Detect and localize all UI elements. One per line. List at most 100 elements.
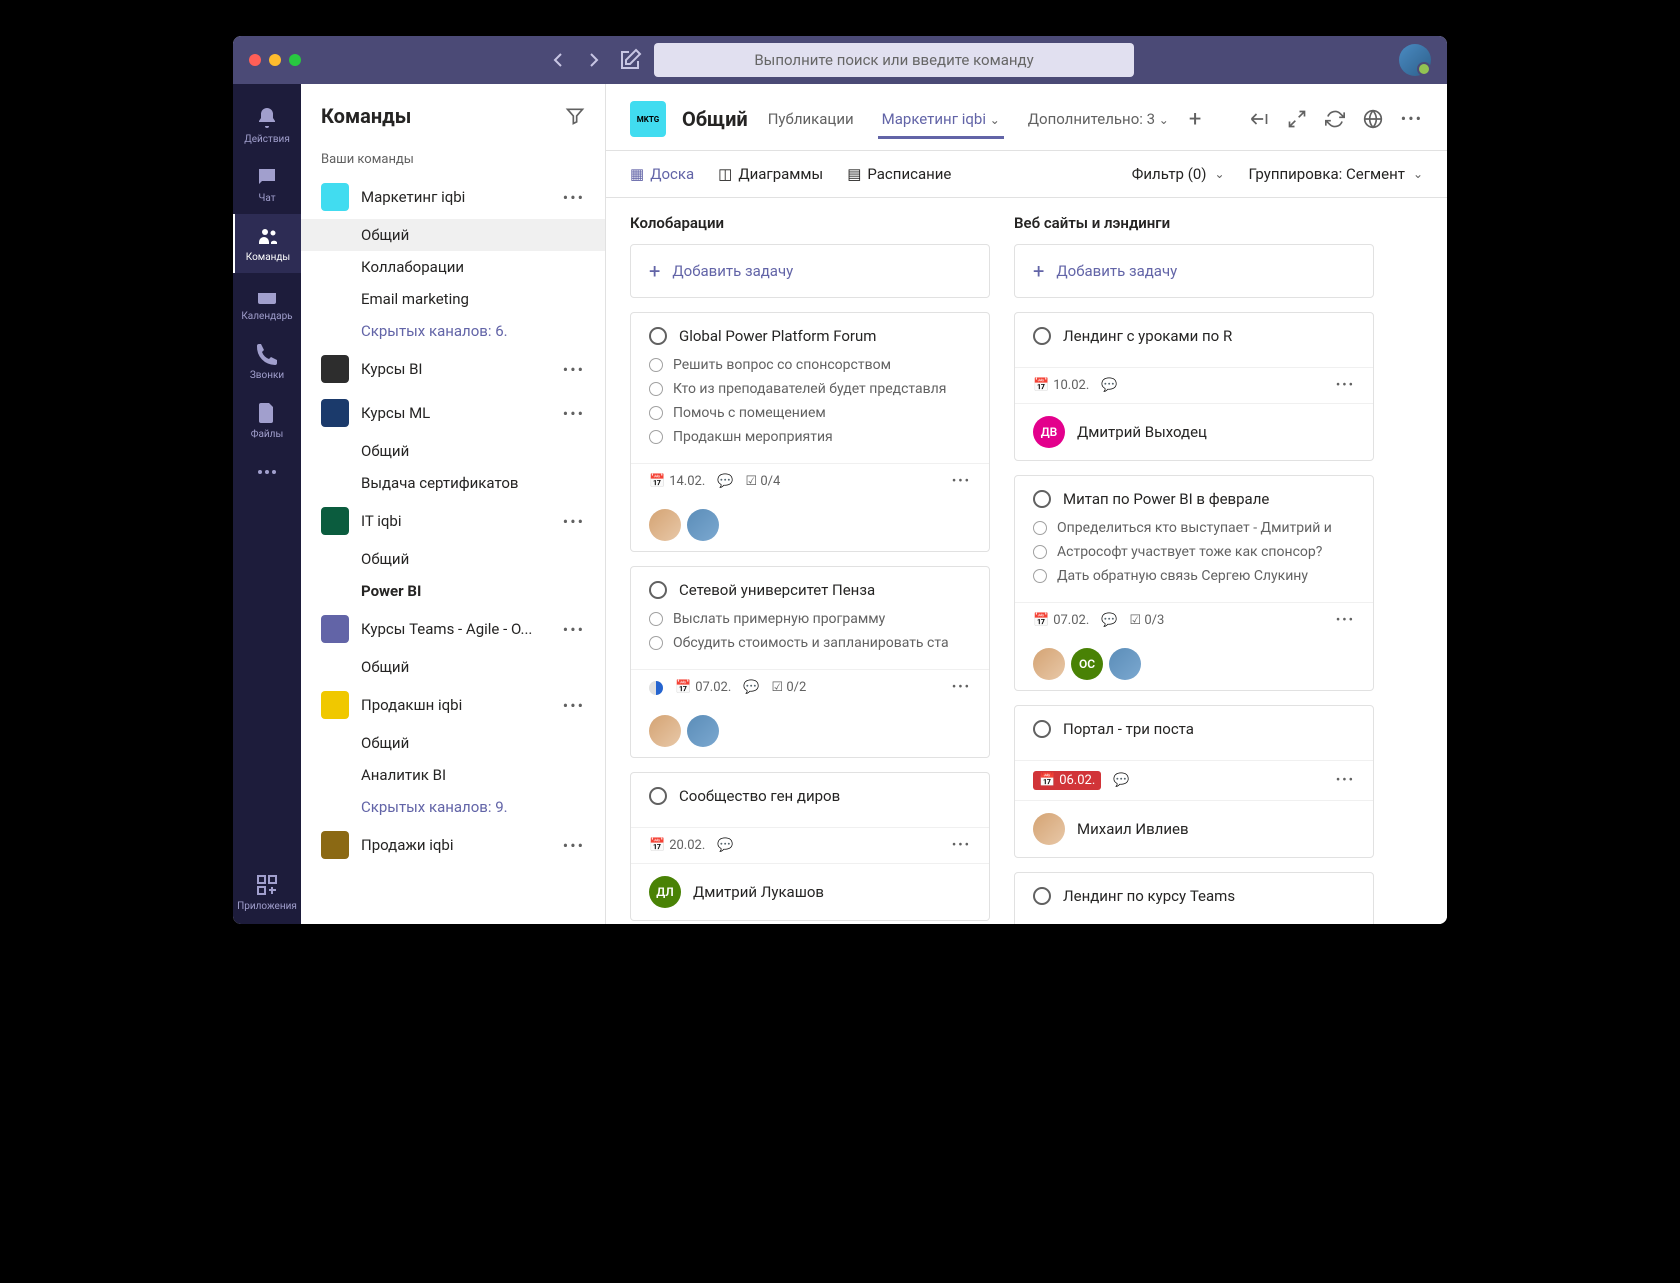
- assignee-avatar[interactable]: [1109, 648, 1141, 680]
- rail-calendar[interactable]: Календарь: [233, 273, 301, 332]
- team-more-icon[interactable]: •••: [563, 836, 585, 855]
- subtask-row[interactable]: Решить вопрос со спонсорством: [649, 353, 971, 377]
- channel-item[interactable]: Общий: [301, 651, 605, 683]
- channel-item[interactable]: Коллаборации: [301, 251, 605, 283]
- subtask-row[interactable]: Помочь с помещением: [649, 401, 971, 425]
- channel-item[interactable]: Скрытых каналов: 9.: [301, 791, 605, 823]
- team-more-icon[interactable]: •••: [563, 696, 585, 715]
- close-window[interactable]: [249, 54, 261, 66]
- channel-item[interactable]: Выдача сертификатов: [301, 467, 605, 499]
- subtask-row[interactable]: Определиться кто выступает - Дмитрий и: [1033, 516, 1355, 540]
- subtask-row[interactable]: Выслать примерную программу: [649, 607, 971, 631]
- maximize-window[interactable]: [289, 54, 301, 66]
- card-more-icon[interactable]: •••: [952, 474, 971, 489]
- task-card[interactable]: Митап по Power BI в февралеОпределиться …: [1014, 475, 1374, 691]
- minimize-window[interactable]: [269, 54, 281, 66]
- team-row[interactable]: Курсы Teams - Agile - O...•••: [301, 607, 605, 651]
- task-card[interactable]: Сетевой университет ПензаВыслать примерн…: [630, 566, 990, 758]
- task-card[interactable]: Сообщество ген диров📅 20.02.💬•••ДЛДмитри…: [630, 772, 990, 921]
- chevron-down-icon: ⌄: [1413, 167, 1423, 181]
- add-tab-button[interactable]: +: [1189, 107, 1201, 132]
- subtask-row[interactable]: Продакшн мероприятия: [649, 425, 971, 449]
- assignee-avatar[interactable]: ДЛ: [649, 876, 681, 908]
- complete-circle-icon[interactable]: [649, 787, 667, 805]
- view-tab[interactable]: ▤ Расписание: [847, 165, 951, 183]
- channel-item[interactable]: Скрытых каналов: 6.: [301, 315, 605, 347]
- globe-icon[interactable]: [1363, 109, 1383, 129]
- expand-icon[interactable]: [1287, 109, 1307, 129]
- assignee-avatar[interactable]: [649, 509, 681, 541]
- assignee-avatar[interactable]: [1033, 648, 1065, 680]
- top-bar: Выполните поиск или введите команду: [233, 36, 1447, 84]
- user-avatar[interactable]: [1399, 44, 1431, 76]
- card-more-icon[interactable]: •••: [1336, 378, 1355, 393]
- channel-item[interactable]: Power BI: [301, 575, 605, 607]
- assignee-avatar[interactable]: [649, 715, 681, 747]
- channel-item[interactable]: Email marketing: [301, 283, 605, 315]
- channel-item[interactable]: Аналитик BI: [301, 759, 605, 791]
- assignee-avatar[interactable]: [687, 715, 719, 747]
- rail-activity[interactable]: Действия: [233, 96, 301, 155]
- view-tab[interactable]: ▦ Доска: [630, 165, 694, 183]
- rail-files[interactable]: Файлы: [233, 391, 301, 450]
- card-more-icon[interactable]: •••: [1336, 613, 1355, 628]
- channel-item[interactable]: Общий: [301, 435, 605, 467]
- filter-button[interactable]: Фильтр (0) ⌄: [1132, 165, 1225, 183]
- complete-circle-icon[interactable]: [649, 327, 667, 345]
- task-card[interactable]: Лендинг с уроками по R📅 10.02.💬•••ДВДмит…: [1014, 312, 1374, 461]
- channel-item[interactable]: Общий: [301, 219, 605, 251]
- assignee-avatar[interactable]: [1033, 813, 1065, 845]
- rail-teams[interactable]: Команды: [233, 214, 301, 273]
- team-row[interactable]: Курсы BI•••: [301, 347, 605, 391]
- assignee-avatar[interactable]: [687, 509, 719, 541]
- complete-circle-icon[interactable]: [649, 581, 667, 599]
- header-tab[interactable]: Публикации: [764, 100, 858, 138]
- rail-chat[interactable]: Чат: [233, 155, 301, 214]
- nav-forward-icon[interactable]: [582, 48, 606, 72]
- complete-circle-icon[interactable]: [1033, 720, 1051, 738]
- task-card[interactable]: Портал - три поста📅 06.02.💬•••Михаил Ивл…: [1014, 705, 1374, 858]
- task-card[interactable]: Global Power Platform ForumРешить вопрос…: [630, 312, 990, 552]
- subtask-row[interactable]: Астрософт участвует тоже как спонсор?: [1033, 540, 1355, 564]
- rail-apps[interactable]: Приложения: [233, 863, 301, 924]
- channel-item[interactable]: Общий: [301, 727, 605, 759]
- team-more-icon[interactable]: •••: [563, 512, 585, 531]
- team-row[interactable]: Продажи iqbi•••: [301, 823, 605, 867]
- assignee-avatar[interactable]: ОС: [1071, 648, 1103, 680]
- compose-icon[interactable]: [618, 48, 642, 72]
- rail-calls[interactable]: Звонки: [233, 332, 301, 391]
- subtask-row[interactable]: Дать обратную связь Сергею Слукину: [1033, 564, 1355, 588]
- filter-icon[interactable]: [565, 106, 585, 126]
- card-more-icon[interactable]: •••: [952, 838, 971, 853]
- card-more-icon[interactable]: •••: [952, 680, 971, 695]
- complete-circle-icon[interactable]: [1033, 490, 1051, 508]
- team-row[interactable]: Маркетинг iqbi•••: [301, 175, 605, 219]
- subtask-row[interactable]: Обсудить стоимость и запланировать ста: [649, 631, 971, 655]
- team-row[interactable]: Продакшн iqbi•••: [301, 683, 605, 727]
- group-button[interactable]: Группировка: Сегмент ⌄: [1249, 165, 1423, 183]
- view-tab[interactable]: ◫ Диаграммы: [718, 165, 823, 183]
- add-task-button[interactable]: +Добавить задачу: [630, 244, 990, 298]
- card-more-icon[interactable]: •••: [1336, 773, 1355, 788]
- header-tab[interactable]: Маркетинг iqbi ⌄: [878, 100, 1004, 138]
- add-task-button[interactable]: +Добавить задачу: [1014, 244, 1374, 298]
- complete-circle-icon[interactable]: [1033, 887, 1051, 905]
- team-more-icon[interactable]: •••: [563, 620, 585, 639]
- channel-item[interactable]: Общий: [301, 543, 605, 575]
- rail-more[interactable]: [233, 450, 301, 494]
- team-more-icon[interactable]: •••: [563, 188, 585, 207]
- subtask-row[interactable]: Кто из преподавателей будет представля: [649, 377, 971, 401]
- assignee-avatar[interactable]: ДВ: [1033, 416, 1065, 448]
- team-more-icon[interactable]: •••: [563, 404, 585, 423]
- nav-back-icon[interactable]: [546, 48, 570, 72]
- reply-icon[interactable]: [1249, 109, 1269, 129]
- complete-circle-icon[interactable]: [1033, 327, 1051, 345]
- search-input[interactable]: Выполните поиск или введите команду: [654, 43, 1134, 77]
- team-more-icon[interactable]: •••: [563, 360, 585, 379]
- more-icon[interactable]: •••: [1401, 109, 1423, 129]
- team-row[interactable]: Курсы ML•••: [301, 391, 605, 435]
- team-row[interactable]: IT iqbi•••: [301, 499, 605, 543]
- refresh-icon[interactable]: [1325, 109, 1345, 129]
- header-tab[interactable]: Дополнительно: 3 ⌄: [1024, 100, 1173, 138]
- task-card[interactable]: Лендинг по курсу Teams📅 07.02.💬☑ 0/4•••: [1014, 872, 1374, 924]
